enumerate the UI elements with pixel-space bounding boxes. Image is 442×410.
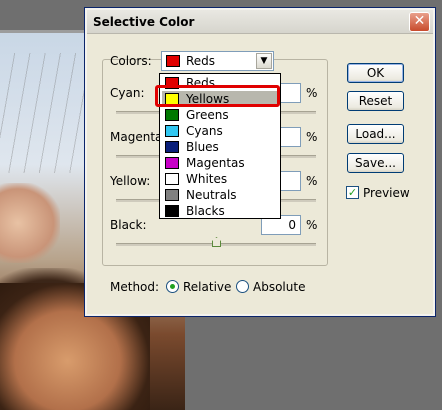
- colors-label: Colors:: [110, 54, 152, 68]
- absolute-label[interactable]: Absolute: [253, 280, 305, 294]
- reset-button[interactable]: Reset: [347, 91, 404, 111]
- dropdown-item-label: Whites: [186, 172, 228, 186]
- cyan-unit: %: [306, 86, 318, 100]
- color-swatch: [165, 205, 179, 217]
- relative-label[interactable]: Relative: [183, 280, 231, 294]
- dropdown-item-label: Blues: [186, 140, 219, 154]
- dropdown-item-whites[interactable]: Whites: [162, 171, 278, 187]
- color-swatch: [165, 189, 179, 201]
- dropdown-item-label: Magentas: [186, 156, 245, 170]
- yellows-highlight-annotation: [155, 85, 280, 107]
- close-button[interactable]: ✕: [409, 12, 430, 32]
- dropdown-item-blues[interactable]: Blues: [162, 139, 278, 155]
- black-label: Black:: [110, 218, 147, 232]
- color-swatch: [165, 173, 179, 185]
- dropdown-item-blacks[interactable]: Blacks: [162, 203, 278, 219]
- preview-label[interactable]: Preview: [363, 186, 410, 200]
- yellow-label: Yellow:: [110, 174, 151, 188]
- ok-button[interactable]: OK: [347, 63, 404, 83]
- yellow-unit: %: [306, 174, 318, 188]
- black-unit: %: [306, 218, 318, 232]
- chevron-down-icon[interactable]: ▼: [256, 53, 272, 69]
- dropdown-item-greens[interactable]: Greens: [162, 107, 278, 123]
- selected-color-swatch: [166, 55, 180, 67]
- close-icon: ✕: [413, 13, 426, 29]
- dropdown-item-label: Greens: [186, 108, 229, 122]
- dropdown-item-label: Neutrals: [186, 188, 237, 202]
- save-button[interactable]: Save...: [347, 153, 404, 173]
- dropdown-item-label: Cyans: [186, 124, 223, 138]
- dropdown-item-label: Blacks: [186, 204, 225, 218]
- magenta-label: Magenta: [110, 130, 163, 144]
- magenta-unit: %: [306, 130, 318, 144]
- dropdown-item-cyans[interactable]: Cyans: [162, 123, 278, 139]
- method-label: Method:: [110, 280, 160, 294]
- relative-radio[interactable]: [166, 280, 179, 293]
- preview-checkbox[interactable]: ✓: [346, 186, 359, 199]
- selective-color-dialog: Selective Color ✕ Colors: Reds ▼ Cyan: %…: [84, 7, 436, 317]
- radio-selected-dot: [170, 284, 175, 289]
- cyan-label: Cyan:: [110, 86, 145, 100]
- photo-face-left: [0, 183, 60, 263]
- colors-select-value: Reds: [186, 54, 216, 68]
- check-icon: ✓: [347, 186, 358, 199]
- colors-select[interactable]: Reds ▼: [161, 51, 274, 71]
- dialog-title: Selective Color: [93, 15, 195, 29]
- color-swatch: [165, 141, 179, 153]
- dialog-titlebar[interactable]: Selective Color ✕: [87, 10, 433, 34]
- absolute-radio[interactable]: [236, 280, 249, 293]
- load-button[interactable]: Load...: [347, 124, 404, 144]
- color-swatch: [165, 157, 179, 169]
- color-swatch: [165, 109, 179, 121]
- dropdown-item-neutrals[interactable]: Neutrals: [162, 187, 278, 203]
- dropdown-item-magentas[interactable]: Magentas: [162, 155, 278, 171]
- color-swatch: [165, 125, 179, 137]
